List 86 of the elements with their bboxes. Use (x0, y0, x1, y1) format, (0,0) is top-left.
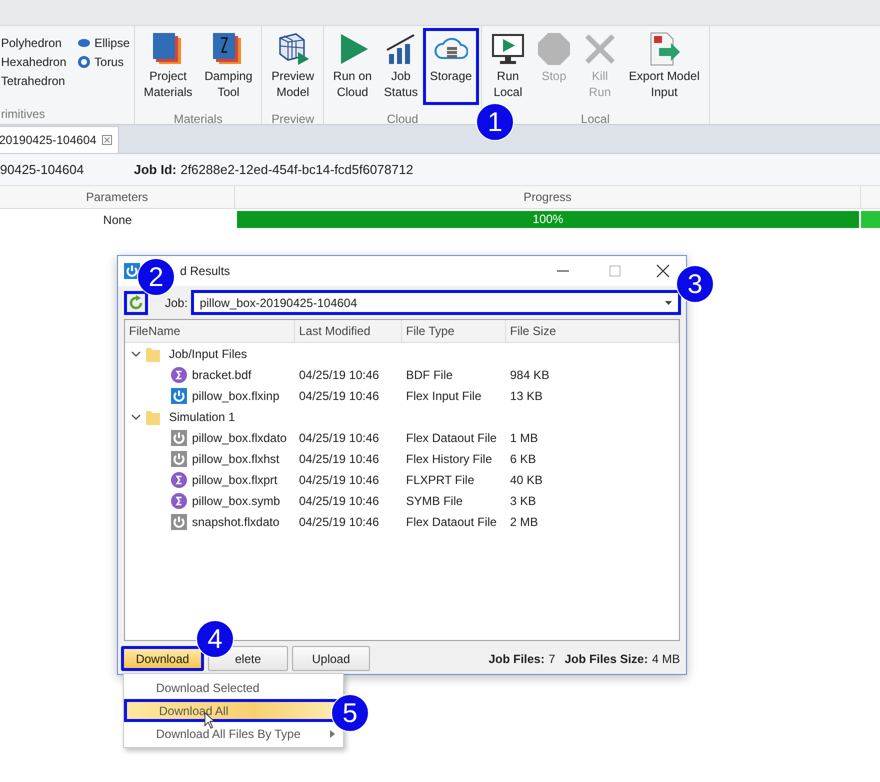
column-header: Last Modified (295, 320, 402, 342)
torus-icon (78, 56, 90, 68)
power-icon (171, 450, 187, 466)
job-summary: Job Files: 7 Job Files Size: 4 MB (488, 652, 680, 666)
progress-bar: 100% (237, 211, 859, 228)
power-icon (171, 430, 187, 446)
group-label: Materials (174, 112, 222, 126)
table-cell-text: SYMB File (405, 494, 464, 508)
step-badge: 5 (331, 694, 369, 732)
download-button[interactable]: Download (121, 646, 204, 671)
file-name[interactable]: pillow_box.symb (192, 494, 280, 508)
file-name[interactable]: bracket.bdf (192, 368, 252, 382)
table-cell-text: None (102, 212, 133, 226)
table-cell-text: 04/25/19 10:46 (298, 494, 380, 508)
dropdown-arrow-icon (665, 300, 672, 304)
monitor-play-icon (490, 32, 525, 66)
table-cell-text: 40 KB (509, 472, 544, 486)
file-name[interactable]: pillow_box.flxinp (192, 388, 280, 402)
ribbon-item[interactable]: Hexahedron (1, 55, 66, 69)
job-label: Job: (165, 296, 188, 310)
table-cell-text: Flex Dataout File (405, 514, 498, 528)
job-name: 90425-104604 (0, 162, 84, 177)
table-cell-text: 04/25/19 10:46 (298, 388, 380, 402)
table-cell-text: FLXPRT File (405, 472, 476, 486)
caret-icon[interactable] (131, 348, 141, 358)
table-cell-text: 04/25/19 10:46 (298, 368, 380, 382)
group-label: Local (580, 112, 610, 126)
ribbon-button[interactable]: Project Materials (138, 30, 198, 103)
ribbon-button[interactable]: Run on Cloud (328, 30, 377, 103)
table-cell-text: 6 KB (509, 452, 538, 466)
power-icon (171, 388, 187, 404)
ribbon-button[interactable]: Preview Model (266, 30, 320, 103)
refresh-button[interactable] (124, 290, 148, 314)
table-cell-text: Flex History File (405, 452, 494, 466)
ribbon-item[interactable]: Tetrahedron (1, 74, 66, 88)
table-cell-text: 1 MB (509, 430, 540, 444)
ribbon-item[interactable]: Polyhedron (1, 36, 62, 50)
file-name[interactable]: pillow_box.flxprt (192, 472, 278, 486)
window-title: d Results (180, 264, 232, 278)
ribbon-button[interactable]: Job Status (378, 30, 423, 103)
group-label: Preview (271, 112, 314, 126)
table-cell-text: 2 MB (509, 514, 540, 528)
column-header: File Size (506, 320, 679, 342)
column-header: Progress (235, 186, 861, 208)
refresh-icon (128, 294, 144, 310)
folder-icon (146, 346, 160, 362)
ribbon-item[interactable]: Ellipse (94, 36, 130, 50)
file-name[interactable]: pillow_box.flxdato (192, 430, 287, 444)
job-id: Job Id: 2f6288e2-12ed-454f-bc14-fcd5f6078712 (134, 162, 414, 177)
ribbon-button[interactable]: Damping Tool (199, 30, 258, 103)
close-icon[interactable] (656, 264, 670, 278)
table-cell-text: 984 KB (509, 368, 550, 382)
table-cell-text: 13 KB (509, 388, 544, 402)
dialog-button[interactable]: Upload (292, 646, 370, 671)
job-dropdown[interactable]: pillow_box-20190425-104604 (190, 290, 681, 315)
table-cell-text: 3 KB (509, 494, 538, 508)
power-icon (124, 263, 140, 279)
file-name[interactable]: pillow_box.flxhst (192, 452, 280, 466)
column-header: File Type (402, 320, 506, 342)
ribbon-item[interactable]: Torus (94, 55, 124, 69)
ribbon-button[interactable]: Export Model Input (624, 30, 705, 103)
table-cell-text: 04/25/19 10:46 (298, 472, 380, 486)
ribbon-button[interactable]: Run Local (486, 30, 530, 103)
group-label: Cloud (386, 112, 418, 126)
power-icon (171, 514, 187, 530)
table-cell-text: Flex Input File (405, 388, 482, 402)
stop-icon (536, 32, 571, 66)
table-cell-text: 04/25/19 10:46 (298, 452, 380, 466)
group-label: rimitives (1, 107, 45, 121)
table-cell-text: 04/25/19 10:46 (298, 514, 380, 528)
folder-icon (146, 408, 160, 424)
ribbon-button[interactable]: Storage (424, 30, 477, 103)
caret-icon[interactable] (131, 412, 141, 422)
column-header: FileName (125, 320, 295, 342)
submenu-arrow-icon (330, 730, 335, 738)
table-cell-text: BDF File (405, 368, 454, 382)
folder-name[interactable]: Simulation 1 (165, 410, 236, 424)
x-icon (582, 32, 617, 66)
column-header: Parameters (0, 186, 235, 208)
table-cell-text: Flex Dataout File (405, 430, 498, 444)
folder-name[interactable]: Job/Input Files (165, 346, 248, 360)
ellipse-icon (78, 39, 90, 47)
file-name[interactable]: snapshot.flxdato (192, 514, 280, 528)
step-badge: 3 (676, 265, 714, 303)
status-fill (861, 211, 880, 228)
table-cell-text: 04/25/19 10:46 (298, 430, 380, 444)
